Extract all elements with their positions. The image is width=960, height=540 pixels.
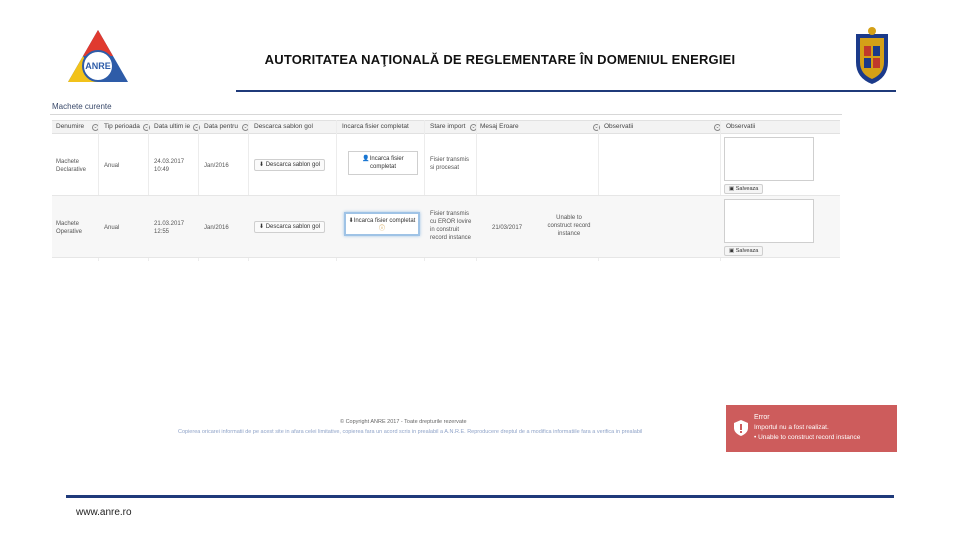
user-upload-icon: 👤 <box>362 156 370 162</box>
download-icon: ⬇ <box>259 162 266 168</box>
panel-title: Machete curente <box>52 102 112 111</box>
table-header: Denumire ma ⌄ Tip perioada ⌄ Data ultim … <box>52 120 840 134</box>
website-url: www.anre.ro <box>76 507 132 518</box>
row-date: 21.03.2017 12:55 <box>154 221 185 235</box>
toast-detail: • Unable to construct record instance <box>754 434 861 441</box>
col-header-for-period[interactable]: Data pentru i <box>204 123 240 130</box>
col-header-download[interactable]: Descarca sablon gol <box>254 123 334 130</box>
save-button[interactable]: ▣ Salveaza <box>724 184 764 194</box>
notes-textarea[interactable] <box>724 137 814 181</box>
col-header-error[interactable]: Mesaj Eroare <box>480 123 520 130</box>
coat-of-arms-icon <box>856 27 888 84</box>
col-header-name[interactable]: Denumire ma <box>56 123 86 130</box>
shield-alert-icon <box>734 420 748 436</box>
floppy-icon: ▣ <box>729 186 736 192</box>
download-template-button[interactable]: ⬇ Descarca sablon gol <box>254 159 326 171</box>
row-period: Anual <box>104 163 120 169</box>
upload-file-button[interactable]: ⬇Incarca fisier completat ⓘ <box>344 212 420 236</box>
error-toast[interactable]: Error Importul nu a fost realizat. • Una… <box>726 405 897 452</box>
panel-title-divider <box>50 114 842 115</box>
footer-divider <box>66 495 894 498</box>
download-template-button[interactable]: ⬇ Descarca sablon gol <box>254 221 326 233</box>
row-name: Machete Operative <box>56 221 83 235</box>
header-divider <box>236 90 896 92</box>
row-status: Fisier transmis si procesat <box>430 157 470 171</box>
toast-message: Importul nu a fost realizat. <box>754 424 829 431</box>
toast-title: Error <box>754 414 770 421</box>
col-header-notes-2[interactable]: Observatii <box>726 123 766 130</box>
page-title: AUTORITATEA NAŢIONALĂ DE REGLEMENTARE ÎN… <box>264 52 736 67</box>
col-header-status[interactable]: Stare import <box>430 123 468 130</box>
app-screenshot: Machete curente Denumire ma ⌄ Tip perioa… <box>50 100 842 267</box>
legal-notice[interactable]: Copierea oricarei informatii de pe acest… <box>178 429 668 435</box>
floppy-icon: ▣ <box>729 248 736 254</box>
table-row: Machete Declarative Anual 24.03.2017 10:… <box>52 134 840 196</box>
copyright-text: © Copyright ANRE 2017 - Toate drepturile… <box>340 419 467 425</box>
info-icon: ⓘ <box>378 226 385 232</box>
row-for-period: Jan/2016 <box>204 163 229 169</box>
col-header-upload[interactable]: Incarca fisier completat <box>342 123 422 130</box>
svg-text:ANRE: ANRE <box>85 61 111 71</box>
upload-file-button[interactable]: 👤Incarca fisier completat <box>348 151 418 175</box>
col-header-notes[interactable]: Observatii <box>604 123 644 130</box>
download-icon: ⬇ <box>259 224 266 230</box>
notes-textarea[interactable] <box>724 199 814 243</box>
row-name: Machete Declarative <box>56 159 87 173</box>
row-error-message: Unable to construct record instance <box>547 215 591 237</box>
col-header-last-date[interactable]: Data ultim ie <box>154 123 192 130</box>
anre-logo: ANRE <box>68 30 128 82</box>
row-error-date: 21/03/2017 <box>492 225 523 231</box>
row-date: 24.03.2017 10:49 <box>154 159 185 173</box>
save-button[interactable]: ▣ Salveaza <box>724 246 764 256</box>
row-for-period: Jan/2016 <box>204 225 229 231</box>
col-header-period[interactable]: Tip perioada <box>104 123 142 130</box>
templates-table: Denumire ma ⌄ Tip perioada ⌄ Data ultim … <box>52 120 840 261</box>
row-period: Anual <box>104 225 120 231</box>
table-row: Machete Operative Anual 21.03.2017 12:55… <box>52 196 840 258</box>
row-status: Fisier transmis cu EROR lovire in constr… <box>430 211 472 241</box>
